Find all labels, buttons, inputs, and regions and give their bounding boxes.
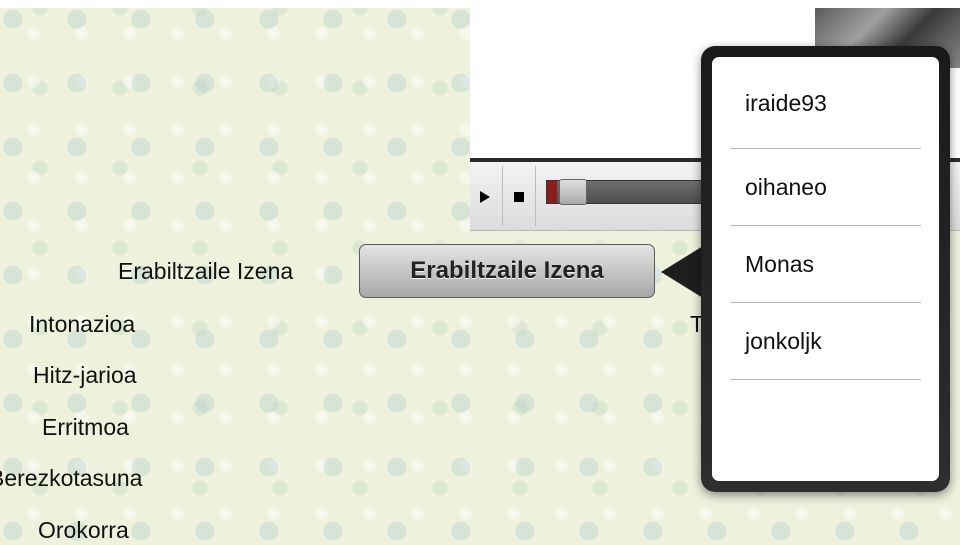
user-list: iraide93 oihaneo Monas jonkoljk [712,57,939,481]
popover-arrow [661,246,703,298]
label-berezkotasuna: Berezkotasuna [0,465,143,491]
label-orokorra: Orokorra [38,517,129,543]
user-option-monas[interactable]: Monas [730,226,921,303]
top-frame-edge [0,0,960,8]
stop-button[interactable] [503,166,536,226]
label-erritmoa: Erritmoa [42,414,129,440]
label-hitz-jarioa: Hitz-jarioa [33,362,137,388]
user-popover: iraide93 oihaneo Monas jonkoljk [701,46,950,492]
username-select-button[interactable]: Erabiltzaile Izena [359,244,655,298]
label-username: Erabiltzaile Izena [118,258,294,284]
label-intonazioa: Intonazioa [29,311,136,337]
user-option-oihaneo[interactable]: oihaneo [730,149,921,226]
seek-bar-progress [547,181,557,203]
user-option-iraide93[interactable]: iraide93 [730,82,921,149]
play-button[interactable] [470,166,503,226]
seek-handle[interactable] [559,179,587,205]
user-option-jonkoljk[interactable]: jonkoljk [730,303,921,380]
